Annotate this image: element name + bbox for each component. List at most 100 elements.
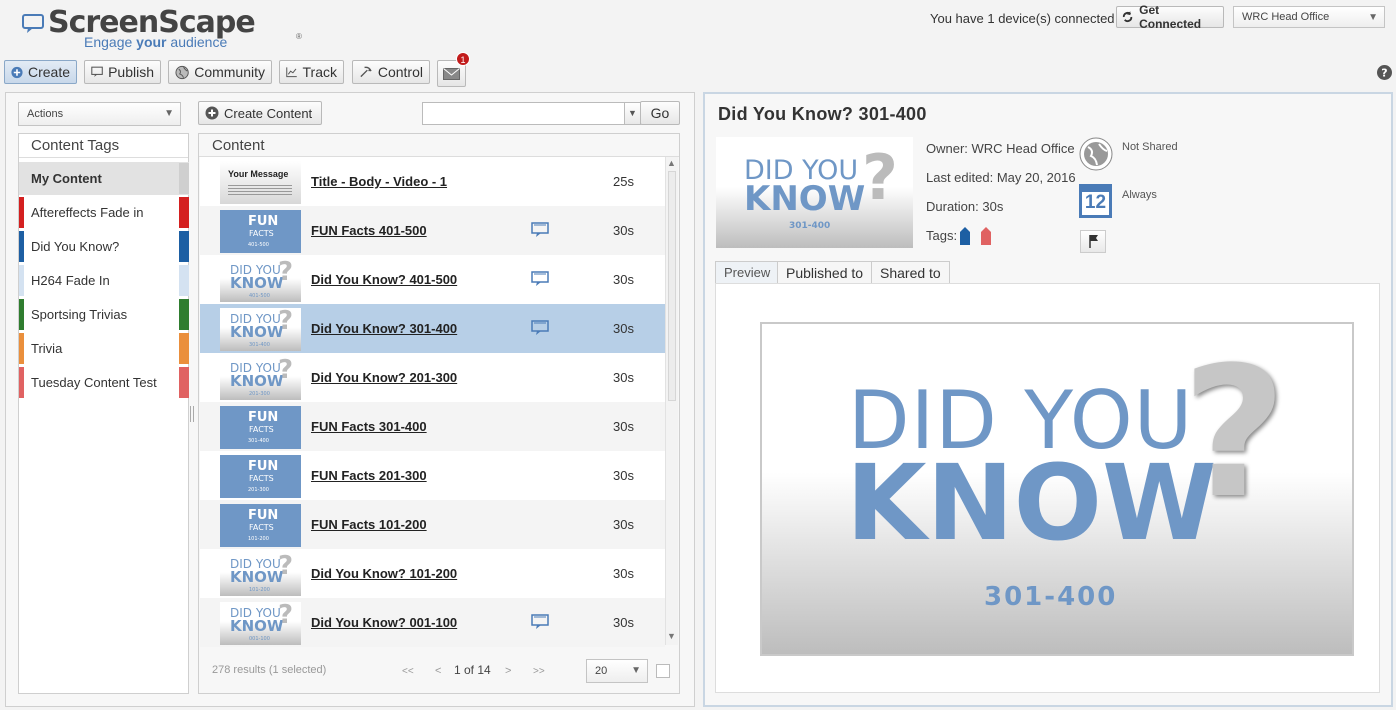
content-row[interactable]: DID YOU KNOW? 401-500 Did You Know? 401-500… [200,255,665,304]
location-select-value: WRC Head Office [1242,11,1330,23]
content-title[interactable]: FUN Facts 201-300 [311,468,427,483]
logo[interactable]: ScreenScape ® Engage your audience [22,8,302,50]
content-thumbnail: DID YOU KNOW? 101-200 [220,553,301,596]
tag-item[interactable]: Tuesday Content Test [19,366,189,399]
scrollbar[interactable]: ▲ ▼ [665,157,678,645]
content-duration: 30s [613,272,634,287]
content-thumbnail: DID YOU KNOW? 201-300 [220,357,301,400]
calendar-icon[interactable]: 12 [1079,184,1112,218]
tag-label: Aftereffects Fade in [31,205,144,220]
tag-color-bar [19,299,24,330]
help-icon[interactable]: ? [1377,65,1392,80]
content-title[interactable]: FUN Facts 301-400 [311,419,427,434]
publish-button[interactable]: Publish [84,60,161,84]
content-title[interactable]: Did You Know? 201-300 [311,370,457,385]
actions-select[interactable]: Actions ▼ [18,102,181,126]
scroll-thumb[interactable] [668,171,676,401]
tab-published-to[interactable]: Published to [777,261,873,284]
flag-button[interactable] [1080,230,1106,253]
tag-red-icon [981,227,991,245]
get-connected-label: Get Connected [1139,3,1202,31]
content-thumbnail: DID YOU KNOW? 001-100 [220,602,301,645]
search-input[interactable] [422,102,625,125]
published-icon [531,614,549,629]
next-page-button[interactable]: > [505,665,511,677]
tab-preview[interactable]: Preview [715,261,780,284]
content-thumbnail: Your Message [220,161,301,204]
content-row[interactable]: FUN FACTS 101-200 FUN Facts 101-200 30s [200,500,665,549]
globe-icon[interactable] [1079,137,1113,171]
tag-color-swatch [179,163,189,194]
content-row[interactable]: Your Message Title - Body - Video - 1 25s [200,157,665,206]
content-row[interactable]: DID YOU KNOW? 301-400 Did You Know? 301-400… [200,304,665,353]
tag-item[interactable]: My Content [19,162,189,195]
chart-line-icon [286,67,297,78]
registered-mark: ® [296,32,302,41]
tag-label: Did You Know? [31,239,120,254]
content-row[interactable]: FUN FACTS 401-500 FUN Facts 401-500 30s [200,206,665,255]
content-title[interactable]: FUN Facts 101-200 [311,517,427,532]
track-button[interactable]: Track [279,60,344,84]
chevron-down-icon: ▼ [1368,12,1378,23]
thumb-line2: KNOW [230,617,284,635]
thumb-fun: FUN [248,508,279,523]
content-title[interactable]: FUN Facts 401-500 [311,223,427,238]
content-row[interactable]: DID YOU KNOW? 101-200 Did You Know? 101-200… [200,549,665,598]
published-icon [531,271,549,286]
tags-list: My Content Aftereffects Fade in Did You Kn… [19,162,189,402]
thumb-line2: KNOW [230,323,284,341]
scroll-up-icon[interactable]: ▲ [667,158,676,168]
control-button[interactable]: Control [352,60,430,84]
tag-color-swatch [179,333,189,364]
content-row[interactable]: FUN FACTS 301-400 FUN Facts 301-400 30s [200,402,665,451]
resize-handle[interactable] [190,406,194,422]
content-thumbnail: FUN FACTS 201-300 [220,455,301,498]
tag-color-bar [19,231,24,262]
tag-item[interactable]: H264 Fade In [19,264,189,297]
tag-item[interactable]: Sportsing Trivias [19,298,189,331]
per-page-select[interactable]: 20 ▼ [586,659,648,683]
content-title[interactable]: Did You Know? 401-500 [311,272,457,287]
select-all-checkbox[interactable] [656,664,670,678]
community-button[interactable]: Community [168,60,272,84]
first-page-button[interactable]: << [402,666,414,677]
content-duration: 30s [613,615,634,630]
last-page-button[interactable]: >> [533,666,545,677]
tab-shared-to[interactable]: Shared to [871,261,950,284]
get-connected-button[interactable]: Get Connected [1116,3,1224,31]
scroll-down-icon[interactable]: ▼ [667,631,676,641]
tag-item[interactable]: Trivia [19,332,189,365]
publish-label: Publish [108,64,154,80]
content-row[interactable]: DID YOU KNOW? 001-100 Did You Know? 001-100… [200,598,665,647]
published-icon [531,320,549,335]
content-title[interactable]: Did You Know? 001-100 [311,615,457,630]
tag-item[interactable]: Did You Know? [19,230,189,263]
tag-label: H264 Fade In [31,273,110,288]
tags-label: Tags: [926,228,958,243]
tag-item[interactable]: Aftereffects Fade in [19,196,189,229]
content-title[interactable]: Did You Know? 301-400 [311,321,457,336]
content-title[interactable]: Did You Know? 101-200 [311,566,457,581]
envelope-icon [443,67,460,80]
content-title[interactable]: Title - Body - Video - 1 [311,174,447,189]
location-select[interactable]: WRC Head Office ▼ [1233,6,1385,28]
flag-icon [1089,235,1098,248]
prev-page-button[interactable]: < [435,665,441,677]
thumb-range: 301-400 [248,438,269,444]
publish-icon [91,66,103,77]
thumb-range: 001-100 [249,636,270,642]
content-row[interactable]: DID YOU KNOW? 201-300 Did You Know? 201-300… [200,353,665,402]
thumb-fun: FUN [248,459,279,474]
tag-color-swatch [179,367,189,398]
create-content-button[interactable]: Create Content [198,101,322,125]
svg-text:?: ? [1381,67,1387,80]
divider [19,157,188,158]
sharing-status: Not Shared [1122,141,1178,153]
create-button[interactable]: Create [4,60,77,84]
search-dropdown-button[interactable]: ▼ [624,102,641,125]
actions-select-value: Actions [27,108,64,120]
content-row[interactable]: FUN FACTS 201-300 FUN Facts 201-300 30s [200,451,665,500]
go-button[interactable]: Go [640,101,680,125]
page-indicator: 1 of 14 [454,663,491,677]
thumb-message-title: Your Message [228,169,289,179]
